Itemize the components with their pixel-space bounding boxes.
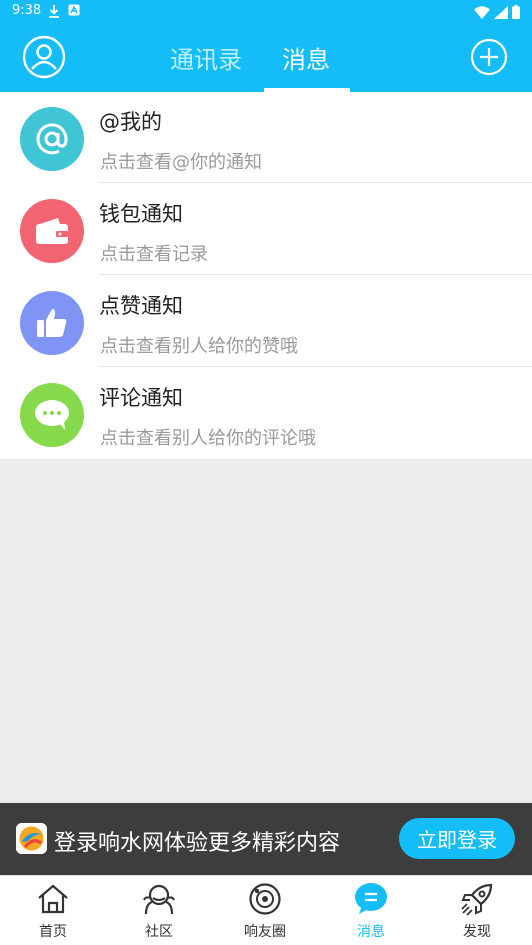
login-banner-text: 登录响水网体验更多精彩内容	[54, 831, 341, 856]
app-notification-icon	[68, 4, 80, 16]
thumbs-up-icon	[37, 309, 67, 337]
list-item-at-me[interactable]: @我的 点击查看@你的通知	[0, 92, 532, 183]
item-subtitle: 点击查看别人给你的评论哦	[100, 428, 316, 449]
wifi-icon	[474, 5, 490, 19]
download-icon	[49, 5, 59, 18]
wallet-icon	[36, 218, 68, 244]
divider	[99, 182, 532, 183]
tab-contacts[interactable]: 通讯录	[170, 40, 242, 75]
rocket-icon	[461, 883, 493, 916]
nav-item-discover[interactable]: 发现	[424, 876, 530, 945]
message-icon	[355, 883, 387, 914]
thumbs-up-icon-badge	[20, 291, 84, 355]
nav-label: 发现	[463, 924, 491, 940]
status-time: 9:38	[12, 3, 42, 18]
item-title: 点赞通知	[99, 294, 183, 318]
plus-circle-icon	[470, 38, 508, 76]
item-subtitle: 点击查看别人给你的赞哦	[100, 336, 298, 357]
nav-label: 社区	[145, 924, 173, 940]
comment-icon	[35, 400, 69, 430]
nav-item-messages[interactable]: 消息	[318, 876, 424, 945]
add-button[interactable]	[470, 38, 508, 76]
nav-item-home[interactable]: 首页	[0, 876, 106, 945]
item-subtitle: 点击查看@你的通知	[100, 152, 262, 173]
user-avatar-icon	[22, 35, 66, 79]
at-icon-badge	[20, 107, 84, 171]
battery-icon	[512, 5, 520, 19]
login-button[interactable]: 立即登录	[399, 818, 515, 859]
list-item-comments[interactable]: 评论通知 点击查看别人给你的评论哦	[0, 368, 532, 459]
login-banner: 登录响水网体验更多精彩内容 立即登录	[0, 803, 532, 875]
signal-icon	[494, 5, 508, 19]
nav-item-friends-circle[interactable]: 响友圈	[212, 876, 318, 945]
at-icon	[36, 123, 68, 155]
app-logo-icon	[16, 823, 47, 854]
nav-item-community[interactable]: 社区	[106, 876, 212, 945]
list-item-likes[interactable]: 点赞通知 点击查看别人给你的赞哦	[0, 276, 532, 367]
comment-icon-badge	[20, 383, 84, 447]
wallet-icon-badge	[20, 199, 84, 263]
app-logo	[16, 823, 47, 854]
message-list: @我的 点击查看@你的通知 钱包通知 点击查看记录 点赞通知 点击查看别人给你的…	[0, 92, 532, 459]
status-bar: 9:38	[0, 0, 532, 24]
item-title: @我的	[99, 110, 162, 134]
divider	[99, 274, 532, 275]
community-icon	[143, 884, 175, 915]
avatar-button[interactable]	[22, 35, 66, 79]
item-title: 评论通知	[99, 386, 183, 410]
bottom-nav: 首页 社区 响友圈 消息 发现	[0, 875, 532, 945]
nav-label: 首页	[39, 924, 67, 940]
item-title: 钱包通知	[99, 202, 183, 226]
nav-label: 响友圈	[244, 924, 286, 940]
list-item-wallet[interactable]: 钱包通知 点击查看记录	[0, 184, 532, 275]
item-subtitle: 点击查看记录	[100, 244, 208, 265]
nav-label: 消息	[357, 924, 385, 940]
tab-messages[interactable]: 消息	[282, 40, 330, 75]
divider	[99, 366, 532, 367]
home-icon	[38, 884, 68, 914]
friends-circle-icon	[249, 883, 281, 915]
header: 通讯录 消息	[0, 24, 532, 92]
